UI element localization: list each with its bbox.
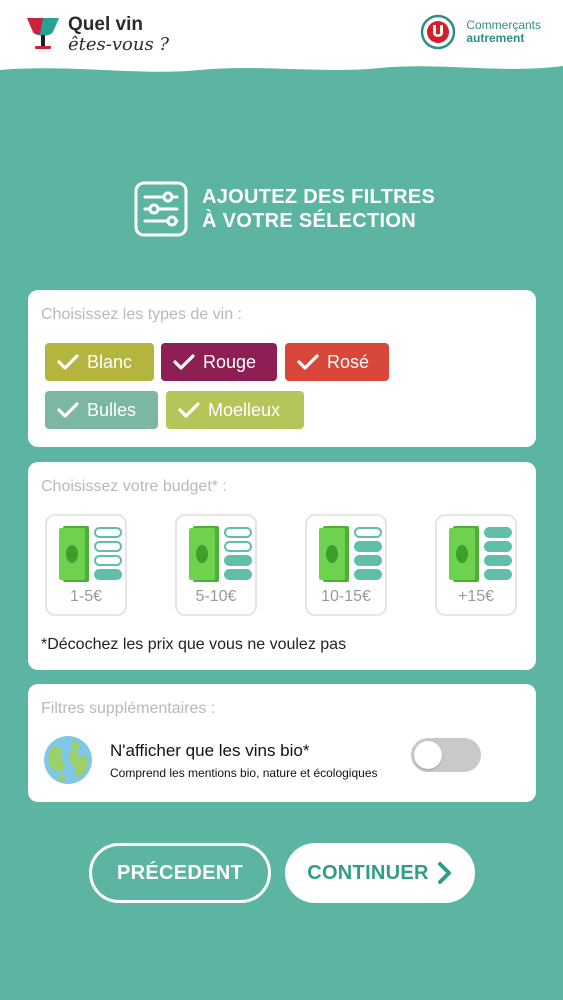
chip-label: Rouge [203,351,257,372]
brand-logo[interactable]: Commerçants autrement [420,14,541,50]
previous-button[interactable]: PRÉCEDENT [89,843,271,903]
wine-types-label: Choisissez les types de vin : [41,306,242,323]
page-title-block: AJOUTEZ DES FILTRES À VOTRE SÉLECTION [134,181,435,237]
bio-toggle[interactable] [411,738,481,772]
filter-sliders-icon [134,181,188,237]
chip-rouge[interactable]: Rouge [161,343,277,381]
previous-button-label: PRÉCEDENT [116,861,244,884]
chip-label: Blanc [87,351,133,372]
check-icon [178,402,200,418]
page-title: AJOUTEZ DES FILTRES À VOTRE SÉLECTION [202,185,435,233]
u-brand-icon [421,14,456,50]
check-icon [173,354,195,370]
check-icon [297,354,319,370]
app-header: Quel vin êtes-vous ? Commerçants autreme… [0,0,563,80]
budget-option-label: 10-15€ [321,588,371,605]
chip-blanc[interactable]: Blanc [45,343,154,381]
chip-moelleux[interactable]: Moelleux [166,391,304,429]
check-icon [57,354,79,370]
app-logo[interactable]: Quel vin êtes-vous ? [24,14,169,54]
continue-button[interactable]: CONTINUER [285,843,475,903]
logo-title: Quel vin [68,13,143,35]
money-bill-icon [319,526,382,582]
earth-globe-icon [44,736,92,784]
budget-option-label: 1-5€ [69,588,103,605]
check-icon [57,402,79,418]
page-title-line2: À VOTRE SÉLECTION [202,210,417,232]
chip-label: Bulles [87,399,137,420]
budget-option-1-5[interactable]: 1-5€ [45,514,127,616]
chevron-right-icon [437,862,451,884]
budget-option-5-10[interactable]: 5-10€ [175,514,257,616]
budget-option-label: +15€ [457,588,495,605]
wine-types-card: Choisissez les types de vin : Blanc Roug… [28,290,536,447]
money-bill-icon [59,526,122,582]
chip-bulles[interactable]: Bulles [45,391,158,429]
budget-label: Choisissez votre budget* : [41,478,227,495]
chip-rose[interactable]: Rosé [285,343,389,381]
logo-subtitle: êtes-vous ? [68,33,170,55]
budget-note: *Décochez les prix que vous ne voulez pa… [41,636,347,653]
money-bill-icon [449,526,512,582]
budget-option-10-15[interactable]: 10-15€ [305,514,387,616]
chip-label: Rosé [327,351,370,372]
chip-label: Moelleux [208,399,281,420]
budget-card: Choisissez votre budget* : 1-5€ 5-10€ 10… [28,462,536,670]
continue-button-label: CONTINUER [307,861,429,884]
extra-filters-label: Filtres supplémentaires : [41,700,216,717]
toggle-knob [414,741,442,769]
bio-filter-title: N'afficher que les vins bio* [110,741,310,760]
budget-option-15-plus[interactable]: +15€ [435,514,517,616]
budget-option-label: 5-10€ [195,588,237,605]
extra-filters-card: Filtres supplémentaires : N'afficher que… [28,684,536,802]
money-bill-icon [189,526,252,582]
bio-filter-subtitle: Comprend les mentions bio, nature et éco… [110,766,378,780]
page-title-line1: AJOUTEZ DES FILTRES [202,186,436,208]
brand-line2: autrement [466,31,525,45]
wine-glass-icon [27,18,59,49]
